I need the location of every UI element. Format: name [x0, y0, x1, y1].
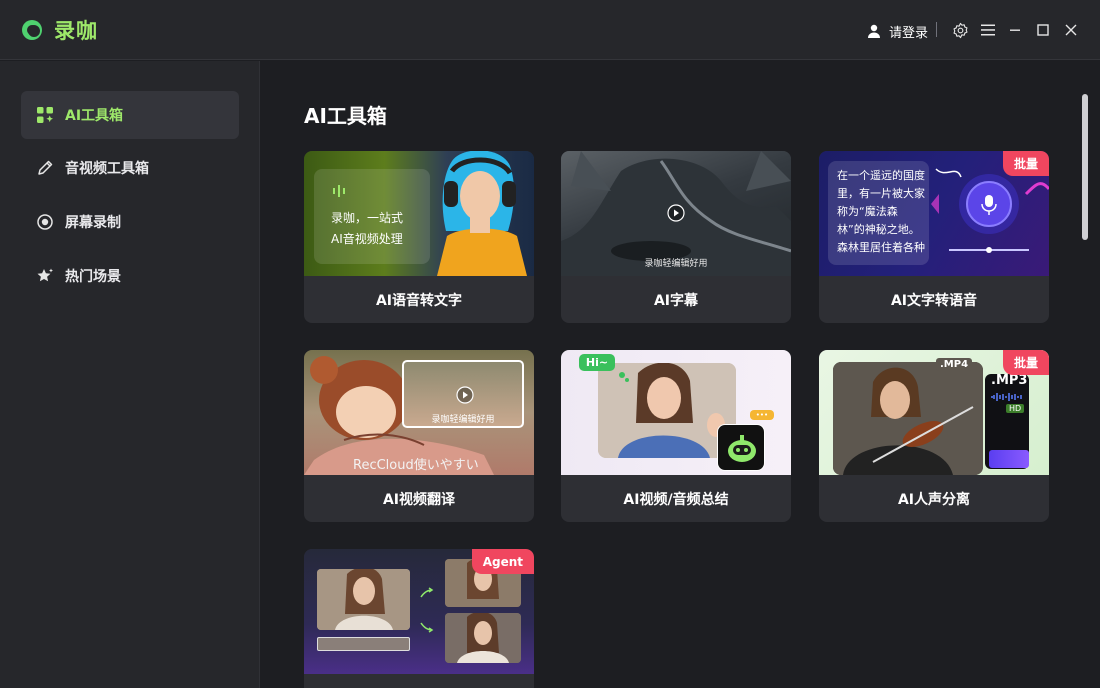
- maximize-button[interactable]: [1033, 20, 1053, 40]
- overlay-text: AI音视频处理: [331, 232, 403, 246]
- story-text: 在一个遥远的国度里，有一片被大家称为“魔法森林”的神秘之地。森林里居住着各种各样…: [837, 169, 925, 254]
- settings-button[interactable]: [950, 20, 970, 40]
- menu-button[interactable]: [978, 20, 998, 40]
- card-thumbnail: 录咖轻编辑好用 RecCloud使いやすい: [304, 350, 534, 475]
- card-label: AI语音转文字: [375, 292, 463, 309]
- card-ai-video-translate[interactable]: 录咖轻编辑好用 RecCloud使いやすい AI视频翻译: [304, 350, 534, 522]
- sidebar-item-label: 音视频工具箱: [65, 161, 149, 177]
- arrow-icon: [420, 622, 434, 633]
- card-ai-text-to-speech[interactable]: 在一个遥远的国度里，有一片被大家称为“魔法森林”的神秘之地。森林里居住着各种各样…: [819, 151, 1049, 323]
- app-name: 录咖: [54, 19, 98, 43]
- card-ai-subtitles[interactable]: 录咖轻编辑好用 AI字幕: [561, 151, 791, 323]
- card-label: AI视频/音频总结: [623, 491, 729, 508]
- card-thumbnail: 录咖，一站式 AI音视频处理: [304, 151, 534, 276]
- card-thumbnail: Agent: [304, 549, 534, 674]
- sidebar-item-av-toolbox[interactable]: 音视频工具箱: [21, 144, 239, 192]
- title-bar: 录咖 请登录: [0, 0, 1100, 60]
- sidebar-item-ai-toolbox[interactable]: AI工具箱: [21, 91, 239, 139]
- video-preview-frame: 录咖轻编辑好用: [402, 360, 524, 428]
- play-icon: [667, 204, 685, 222]
- minimize-button[interactable]: [1005, 20, 1025, 40]
- card-thumbnail: 在一个遥远的国度里，有一片被大家称为“魔法森林”的神秘之地。森林里居住着各种各样…: [819, 151, 1049, 276]
- sidebar-item-screen-record[interactable]: 屏幕录制: [21, 198, 239, 246]
- dot: [619, 372, 625, 378]
- result-photo-2: [445, 613, 521, 663]
- card-ai-speech-to-text[interactable]: 录咖，一站式 AI音视频处理 AI语音转文字: [304, 151, 534, 323]
- source-photo: [317, 569, 410, 630]
- record-icon: [35, 212, 55, 232]
- typing-bubble: •••: [750, 410, 774, 420]
- card-ai-av-summary[interactable]: Hi~ ••• AI视频/音频总结: [561, 350, 791, 522]
- card-ai-vocal-separation[interactable]: .MP4 .MP3 HD 批量 AI人声分离: [819, 350, 1049, 522]
- hi-bubble: Hi~: [579, 354, 615, 371]
- woman-photo: [445, 613, 521, 663]
- gear-icon: [952, 22, 968, 38]
- star-icon: [35, 266, 55, 286]
- close-button[interactable]: [1061, 20, 1081, 40]
- close-icon: [1065, 24, 1077, 36]
- waveform-icon: [991, 392, 1025, 402]
- card-label: AI视频翻译: [382, 491, 456, 508]
- card-thumbnail: 录咖轻编辑好用: [561, 151, 791, 276]
- play-icon: [456, 386, 474, 404]
- card-thumbnail: .MP4 .MP3 HD 批量: [819, 350, 1049, 475]
- mp4-tag: .MP4: [936, 358, 973, 371]
- sidebar-item-hot-scenes[interactable]: 热门场景: [21, 252, 239, 300]
- subtitle-text: RecCloud使いやすい: [353, 458, 479, 473]
- minimize-icon: [1010, 29, 1020, 31]
- card-label: AI文字转语音: [890, 292, 978, 309]
- woman-headphones-image: [437, 151, 527, 276]
- violinist-image: [833, 362, 983, 475]
- agent-badge: Agent: [471, 549, 534, 574]
- maximize-icon: [1037, 24, 1049, 36]
- card-label: AI人声分离: [897, 491, 971, 508]
- page-title: AI工具箱: [304, 104, 387, 128]
- sidebar: AI工具箱 音视频工具箱 屏幕录制 热门场景: [0, 61, 260, 688]
- login-link[interactable]: 请登录: [889, 22, 928, 41]
- robot-avatar: [717, 424, 765, 471]
- grid-sparkle-icon: [35, 105, 55, 125]
- arrow-icon: [420, 587, 434, 598]
- overlay-text: 录咖，一站式: [331, 211, 404, 225]
- sidebar-item-label: AI工具箱: [65, 108, 124, 124]
- batch-badge: 批量: [1002, 151, 1049, 176]
- caption-text: 录咖轻编辑好用: [431, 415, 495, 425]
- photo-frame: [833, 362, 983, 475]
- scrollbar-thumb[interactable]: [1082, 94, 1088, 240]
- caption-text: 录咖轻编辑好用: [644, 259, 708, 269]
- thumbnail-strip: [317, 637, 410, 651]
- woman-waving-image: [598, 363, 736, 458]
- mp3-tag: .MP3: [991, 373, 1028, 388]
- card-thumbnail: Hi~ •••: [561, 350, 791, 475]
- hd-tag: HD: [1006, 404, 1025, 413]
- pencil-icon: [35, 158, 55, 178]
- robot-icon: [728, 435, 756, 462]
- user-icon[interactable]: [866, 23, 882, 39]
- app-logo-icon: [22, 20, 42, 40]
- dot: [625, 378, 629, 382]
- music-bar: [989, 450, 1029, 468]
- woman-photo: [317, 569, 410, 630]
- sidebar-item-label: 屏幕录制: [65, 215, 121, 231]
- waveform-icon: [333, 185, 345, 197]
- card-label: AI字幕: [653, 292, 699, 309]
- card-agent[interactable]: Agent: [304, 549, 534, 688]
- hamburger-icon: [981, 24, 995, 36]
- video-frame: [598, 363, 736, 458]
- sidebar-item-label: 热门场景: [65, 269, 121, 285]
- divider: [936, 22, 937, 37]
- batch-badge: 批量: [1002, 350, 1049, 375]
